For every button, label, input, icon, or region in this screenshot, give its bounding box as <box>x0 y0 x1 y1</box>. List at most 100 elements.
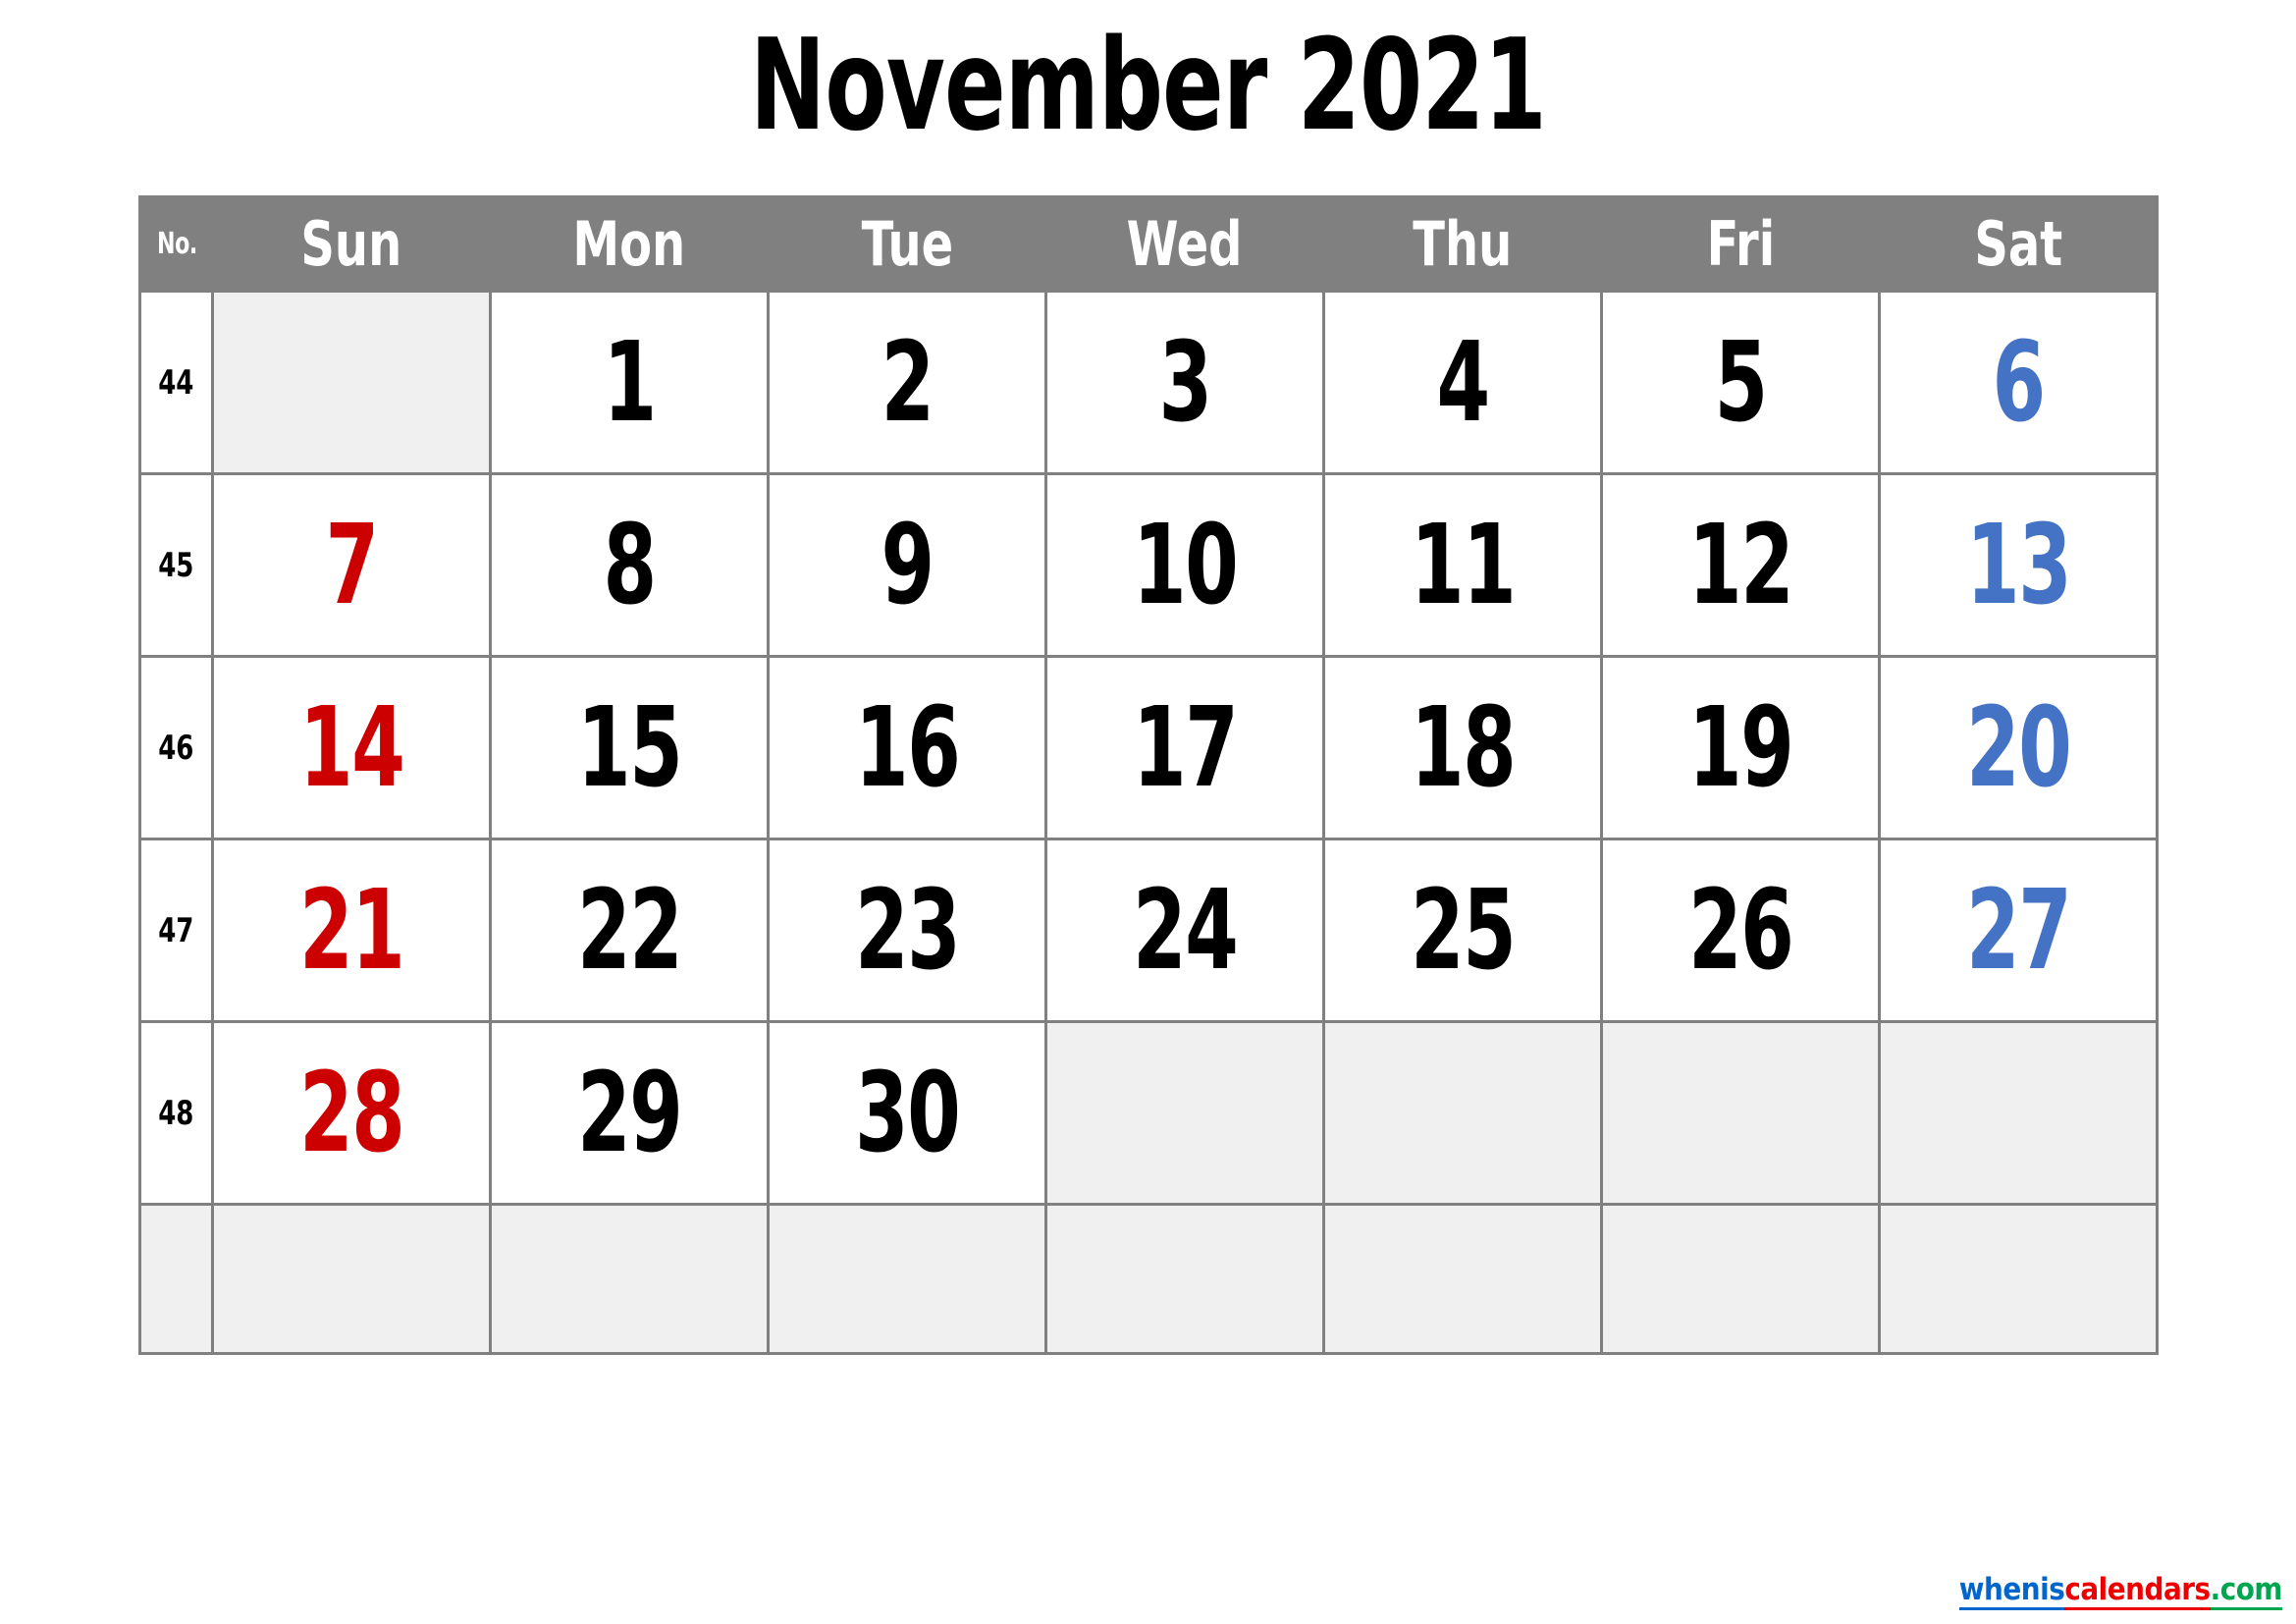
calendar-day-cell-sun[interactable]: 28 <box>211 1020 492 1206</box>
calendar-day-cell-fri[interactable]: 12 <box>1600 472 1881 658</box>
day-number: 28 <box>298 1049 405 1177</box>
calendar-day-cell-tue[interactable]: 30 <box>767 1020 1047 1206</box>
weekday-header-fri: Fri <box>1600 195 1881 293</box>
week-number-label: 48 <box>158 1093 194 1133</box>
day-number: 10 <box>1132 501 1239 629</box>
calendar-empty-cell <box>211 290 492 475</box>
calendar-day-cell-mon[interactable]: 22 <box>489 838 770 1023</box>
calendar-day-cell-mon[interactable]: 8 <box>489 472 770 658</box>
day-number: 14 <box>298 683 405 812</box>
calendar-day-cell-sun[interactable]: 7 <box>211 472 492 658</box>
day-number: 16 <box>854 683 961 812</box>
calendar-filler-cell <box>1600 1203 1881 1355</box>
calendar-week-row: 45 7 8 9 10 11 12 13 <box>138 472 2159 658</box>
week-number-cell: 46 <box>138 655 214 840</box>
calendar-filler-cell <box>1322 1203 1603 1355</box>
week-number-header: No. <box>138 195 214 293</box>
calendar-day-cell-mon[interactable]: 29 <box>489 1020 770 1206</box>
watermark-part-2: calendars <box>2064 1572 2211 1610</box>
calendar-day-cell-sun[interactable]: 14 <box>211 655 492 840</box>
calendar-day-cell-tue[interactable]: 16 <box>767 655 1047 840</box>
calendar-table-wrapper: No. Sun Mon Tue Wed Thu Fri Sat 44 1 2 3… <box>138 195 2159 1355</box>
week-number-label: 46 <box>158 728 194 768</box>
watermark-part-3: .com <box>2210 1572 2283 1610</box>
week-number-label: 47 <box>158 910 194 950</box>
day-number: 26 <box>1687 866 1794 995</box>
week-number-cell: 47 <box>138 838 214 1023</box>
day-number: 12 <box>1687 501 1794 629</box>
calendar-table: No. Sun Mon Tue Wed Thu Fri Sat 44 1 2 3… <box>138 195 2159 1355</box>
calendar-day-cell-fri[interactable]: 26 <box>1600 838 1881 1023</box>
day-number: 20 <box>1965 683 2072 812</box>
watermark[interactable]: wheniscalendars.com <box>1958 1572 2283 1610</box>
filler-week-number-cell <box>138 1203 214 1355</box>
day-number: 25 <box>1410 866 1517 995</box>
calendar-day-cell-mon[interactable]: 15 <box>489 655 770 840</box>
calendar-empty-cell <box>1322 1020 1603 1206</box>
day-number: 7 <box>325 501 379 629</box>
page-title: November 2021 <box>750 13 1547 159</box>
weekday-header-row: No. Sun Mon Tue Wed Thu Fri Sat <box>138 195 2159 293</box>
calendar-day-cell-thu[interactable]: 11 <box>1322 472 1603 658</box>
calendar-filler-cell <box>1044 1203 1325 1355</box>
day-number: 23 <box>854 866 961 995</box>
calendar-empty-cell <box>1878 1020 2159 1206</box>
calendar-day-cell-sat[interactable]: 13 <box>1878 472 2159 658</box>
weekday-header-mon: Mon <box>489 195 770 293</box>
week-number-label: 45 <box>158 545 194 585</box>
calendar-empty-cell <box>1044 1020 1325 1206</box>
calendar-day-cell-wed[interactable]: 17 <box>1044 655 1325 840</box>
day-number: 2 <box>881 318 934 447</box>
calendar-day-cell-sun[interactable]: 21 <box>211 838 492 1023</box>
calendar-header: No. Sun Mon Tue Wed Thu Fri Sat <box>138 195 2159 293</box>
calendar-day-cell-sat[interactable]: 27 <box>1878 838 2159 1023</box>
weekday-header-mon-label: Mon <box>572 208 686 280</box>
day-number: 15 <box>576 683 683 812</box>
calendar-page: November 2021 No. Sun Mon Tue Wed Thu Fr… <box>0 0 2296 1624</box>
day-number: 9 <box>881 501 934 629</box>
day-number: 17 <box>1132 683 1239 812</box>
week-number-header-label: No. <box>157 227 197 261</box>
day-number: 19 <box>1687 683 1794 812</box>
calendar-day-cell-thu[interactable]: 4 <box>1322 290 1603 475</box>
weekday-header-tue-label: Tue <box>861 208 953 280</box>
calendar-week-row: 44 1 2 3 4 5 6 <box>138 290 2159 475</box>
weekday-header-fri-label: Fri <box>1706 208 1775 280</box>
calendar-day-cell-fri[interactable]: 5 <box>1600 290 1881 475</box>
calendar-day-cell-sat[interactable]: 6 <box>1878 290 2159 475</box>
calendar-day-cell-tue[interactable]: 23 <box>767 838 1047 1023</box>
day-number: 1 <box>603 318 657 447</box>
calendar-filler-cell <box>211 1203 492 1355</box>
calendar-day-cell-wed[interactable]: 10 <box>1044 472 1325 658</box>
day-number: 21 <box>298 866 405 995</box>
calendar-week-row: 47 21 22 23 24 25 26 27 <box>138 838 2159 1023</box>
day-number: 22 <box>576 866 683 995</box>
calendar-day-cell-tue[interactable]: 2 <box>767 290 1047 475</box>
week-number-cell: 48 <box>138 1020 214 1206</box>
calendar-filler-cell <box>767 1203 1047 1355</box>
calendar-day-cell-wed[interactable]: 24 <box>1044 838 1325 1023</box>
day-number: 6 <box>1992 318 2046 447</box>
calendar-filler-cell <box>489 1203 770 1355</box>
weekday-header-sun: Sun <box>211 195 492 293</box>
weekday-header-wed-label: Wed <box>1127 208 1243 280</box>
day-number: 5 <box>1714 318 1768 447</box>
calendar-day-cell-sat[interactable]: 20 <box>1878 655 2159 840</box>
weekday-header-sat: Sat <box>1878 195 2159 293</box>
calendar-week-row: 48 28 29 30 <box>138 1020 2159 1206</box>
calendar-day-cell-wed[interactable]: 3 <box>1044 290 1325 475</box>
day-number: 13 <box>1965 501 2072 629</box>
day-number: 27 <box>1965 866 2072 995</box>
calendar-day-cell-thu[interactable]: 25 <box>1322 838 1603 1023</box>
calendar-day-cell-fri[interactable]: 19 <box>1600 655 1881 840</box>
week-number-cell: 44 <box>138 290 214 475</box>
week-number-label: 44 <box>158 362 194 403</box>
calendar-day-cell-mon[interactable]: 1 <box>489 290 770 475</box>
calendar-day-cell-thu[interactable]: 18 <box>1322 655 1603 840</box>
watermark-part-1: whenis <box>1958 1572 2065 1610</box>
calendar-week-row: 46 14 15 16 17 18 19 20 <box>138 655 2159 840</box>
calendar-day-cell-tue[interactable]: 9 <box>767 472 1047 658</box>
weekday-header-sat-label: Sat <box>1974 208 2062 280</box>
day-number: 3 <box>1158 318 1212 447</box>
weekday-header-wed: Wed <box>1044 195 1325 293</box>
